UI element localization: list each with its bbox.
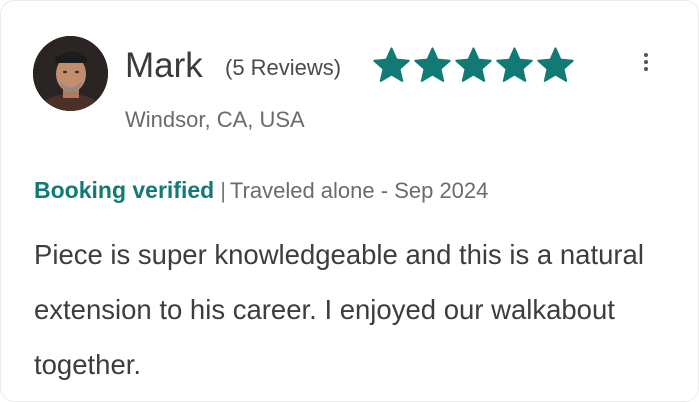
- avatar[interactable]: [33, 36, 108, 111]
- star-icon: [496, 47, 533, 82]
- menu-dot: [644, 67, 648, 71]
- review-count[interactable]: (5 Reviews): [225, 54, 341, 82]
- meta-separator: |: [220, 178, 226, 203]
- star-icon: [537, 47, 574, 82]
- reviewer-name[interactable]: Mark: [125, 45, 203, 87]
- star-icon: [455, 47, 492, 82]
- avatar-photo: [33, 36, 108, 111]
- review-meta: Booking verified | Traveled alone - Sep 20…: [34, 175, 488, 206]
- menu-dot: [644, 53, 648, 57]
- more-vertical-icon[interactable]: [634, 48, 658, 76]
- menu-dot: [644, 60, 648, 64]
- star-icon: [373, 47, 410, 82]
- star-icon: [414, 47, 451, 82]
- travel-info: Traveled alone - Sep 2024: [229, 178, 489, 203]
- review-text: Piece is super knowledgeable and this is…: [34, 239, 644, 380]
- reviewer-location: Windsor, CA, USA: [125, 107, 305, 132]
- rating-stars: [372, 45, 575, 87]
- booking-verified-badge: Booking verified: [34, 177, 215, 203]
- review-card: Mark (5 Reviews) Windsor, CA, USA Bookin…: [0, 0, 699, 402]
